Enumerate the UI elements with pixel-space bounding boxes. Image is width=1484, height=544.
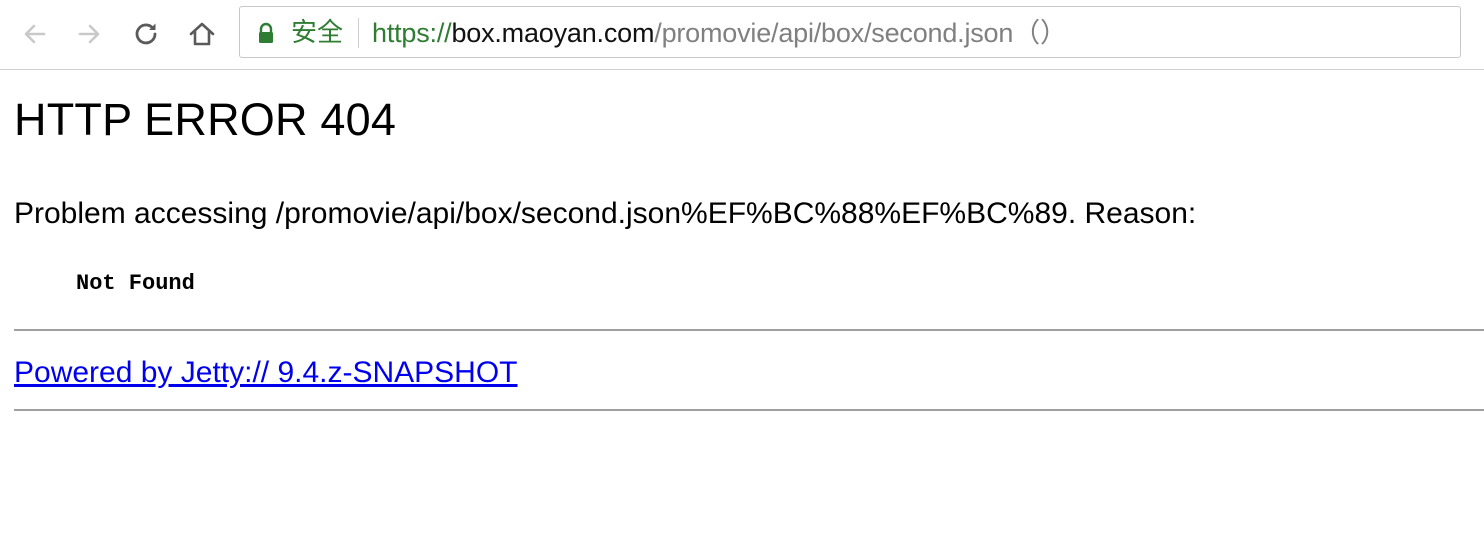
security-label[interactable]: 安全 <box>291 18 343 48</box>
browser-toolbar: 安全 https://box.maoyan.com/promovie/api/b… <box>0 0 1484 70</box>
home-button[interactable] <box>182 14 222 54</box>
divider-bottom <box>14 409 1484 411</box>
page-title: HTTP ERROR 404 <box>14 94 397 145</box>
url-path: /promovie/api/box/second.json（） <box>654 18 1067 48</box>
back-button[interactable] <box>14 14 54 54</box>
url-scheme: https:// <box>372 18 452 48</box>
omnibox-divider <box>358 18 359 48</box>
forward-arrow-icon <box>78 24 100 44</box>
reload-icon <box>135 23 157 45</box>
reason-text: Not Found <box>76 271 195 296</box>
powered-by-link[interactable]: Powered by Jetty:// 9.4.z-SNAPSHOT <box>14 355 518 391</box>
address-bar[interactable]: 安全 https://box.maoyan.com/promovie/api/b… <box>239 6 1461 58</box>
forward-button[interactable] <box>70 14 110 54</box>
lock-icon[interactable] <box>257 22 275 49</box>
reload-button[interactable] <box>126 14 166 54</box>
back-arrow-icon <box>24 24 46 44</box>
home-icon <box>189 22 215 46</box>
url-host: box.maoyan.com <box>451 18 655 48</box>
url-text[interactable]: https://box.maoyan.com/promovie/api/box/… <box>372 17 1067 49</box>
divider-top <box>14 329 1484 331</box>
problem-message: Problem accessing /promovie/api/box/seco… <box>14 197 1197 230</box>
